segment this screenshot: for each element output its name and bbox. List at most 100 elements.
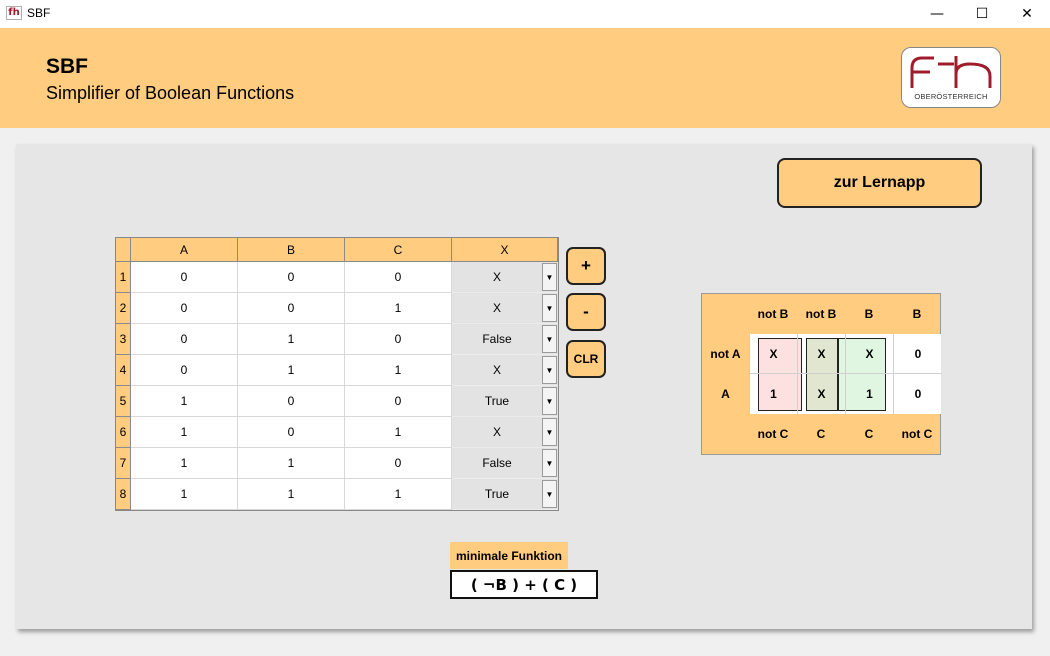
cell-b[interactable]: 0 bbox=[238, 293, 345, 324]
cell-b[interactable]: 0 bbox=[238, 262, 345, 293]
output-select[interactable]: X ▼ bbox=[452, 355, 558, 386]
cell-b[interactable]: 0 bbox=[238, 386, 345, 417]
kmap-cell: 0 bbox=[914, 387, 922, 401]
cell-c[interactable]: 1 bbox=[345, 417, 452, 448]
output-select-value: False bbox=[482, 456, 512, 470]
kmap-row-label: not A bbox=[710, 347, 741, 361]
minimal-function-result: ( ¬B ) + ( C ) bbox=[450, 570, 598, 599]
dropdown-arrow-icon[interactable]: ▼ bbox=[542, 418, 557, 446]
row-number: 8 bbox=[116, 479, 131, 510]
fh-logo-icon bbox=[910, 56, 992, 88]
window-title: SBF bbox=[27, 6, 51, 20]
row-number: 6 bbox=[116, 417, 131, 448]
app-subtitle: Simplifier of Boolean Functions bbox=[46, 83, 295, 103]
dropdown-arrow-icon[interactable]: ▼ bbox=[542, 294, 557, 322]
table-corner bbox=[116, 238, 131, 262]
cell-c[interactable]: 0 bbox=[345, 324, 452, 355]
kmap-bottom-label: not C bbox=[757, 427, 789, 441]
kmap-cell: 0 bbox=[894, 334, 942, 374]
kmap-cell: X bbox=[846, 334, 894, 374]
logo-text: OBERÖSTERREICH bbox=[914, 92, 988, 101]
output-select-value: True bbox=[484, 394, 510, 408]
kmap-top-label: B bbox=[864, 307, 874, 321]
kmap-row-label: A bbox=[721, 387, 730, 401]
cell-a[interactable]: 0 bbox=[131, 293, 238, 324]
app-name: SBF bbox=[46, 55, 88, 78]
cell-b[interactable]: 1 bbox=[238, 355, 345, 386]
kmap-top-label: B bbox=[912, 307, 922, 321]
column-header-a[interactable]: A bbox=[131, 238, 238, 262]
kmap-cell: 1 bbox=[846, 374, 894, 414]
output-select-value: X bbox=[492, 301, 501, 315]
dropdown-arrow-icon[interactable]: ▼ bbox=[542, 387, 557, 415]
cell-a[interactable]: 1 bbox=[131, 479, 238, 510]
kmap-bottom-label: not C bbox=[901, 427, 933, 441]
cell-a[interactable]: 0 bbox=[131, 324, 238, 355]
cell-b[interactable]: 0 bbox=[238, 417, 345, 448]
output-select-value: X bbox=[492, 270, 501, 284]
output-select[interactable]: True ▼ bbox=[452, 386, 558, 417]
fh-logo-icon: fh bbox=[6, 6, 22, 20]
kmap-cell: X bbox=[750, 334, 798, 374]
kmap-bottom-label: C bbox=[816, 427, 826, 441]
column-header-b[interactable]: B bbox=[238, 238, 345, 262]
row-number: 3 bbox=[116, 324, 131, 355]
kmap-cell: 1 bbox=[750, 374, 798, 414]
dropdown-arrow-icon[interactable]: ▼ bbox=[542, 263, 557, 291]
output-select[interactable]: X ▼ bbox=[452, 417, 558, 448]
maximize-button[interactable]: ☐ bbox=[959, 0, 1005, 28]
output-select-value: X bbox=[492, 363, 501, 377]
clear-button[interactable]: CLR bbox=[566, 340, 606, 378]
window-titlebar: fh SBF — ☐ ✕ bbox=[0, 0, 1050, 28]
cell-c[interactable]: 0 bbox=[345, 448, 452, 479]
cell-a[interactable]: 0 bbox=[131, 355, 238, 386]
cell-c[interactable]: 0 bbox=[345, 262, 452, 293]
output-select-value: True bbox=[484, 487, 510, 501]
cell-b[interactable]: 1 bbox=[238, 448, 345, 479]
remove-row-button[interactable]: - bbox=[566, 293, 606, 331]
column-header-x[interactable]: X bbox=[452, 238, 558, 262]
kmap-top-label: not B bbox=[805, 307, 837, 321]
output-select-value: X bbox=[492, 425, 501, 439]
output-select[interactable]: X ▼ bbox=[452, 262, 558, 293]
row-number: 2 bbox=[116, 293, 131, 324]
close-button[interactable]: ✕ bbox=[1004, 0, 1050, 28]
fh-logo: OBERÖSTERREICH bbox=[901, 47, 1001, 108]
kmap-grid: X X X 0 1 X 1 0 bbox=[749, 334, 942, 414]
minimize-button[interactable]: — bbox=[914, 0, 960, 28]
kmap-bottom-label: C bbox=[864, 427, 874, 441]
kmap-cell: X bbox=[798, 374, 846, 414]
cell-c[interactable]: 0 bbox=[345, 386, 452, 417]
kmap-top-label: not B bbox=[757, 307, 789, 321]
cell-b[interactable]: 1 bbox=[238, 324, 345, 355]
minimal-function-label: minimale Funktion bbox=[450, 542, 568, 569]
output-select[interactable]: True ▼ bbox=[452, 479, 558, 510]
output-select[interactable]: X ▼ bbox=[452, 293, 558, 324]
dropdown-arrow-icon[interactable]: ▼ bbox=[542, 449, 557, 477]
output-select[interactable]: False ▼ bbox=[452, 448, 558, 479]
row-number: 4 bbox=[116, 355, 131, 386]
cell-c[interactable]: 1 bbox=[345, 355, 452, 386]
add-row-button[interactable]: + bbox=[566, 247, 606, 285]
truth-table: A B C X 1 0 0 0 X ▼ 2 0 0 1 X ▼ 3 0 1 0 False ▼ 4 0 1 1 X ▼ 5 1 0 0… bbox=[115, 237, 559, 511]
output-select[interactable]: False ▼ bbox=[452, 324, 558, 355]
cell-a[interactable]: 1 bbox=[131, 386, 238, 417]
cell-b[interactable]: 1 bbox=[238, 479, 345, 510]
row-number: 7 bbox=[116, 448, 131, 479]
row-number: 1 bbox=[116, 262, 131, 293]
output-select-value: False bbox=[482, 332, 512, 346]
kmap-cell: X bbox=[798, 334, 846, 374]
row-number: 5 bbox=[116, 386, 131, 417]
dropdown-arrow-icon[interactable]: ▼ bbox=[542, 356, 557, 384]
cell-a[interactable]: 1 bbox=[131, 448, 238, 479]
learn-app-button[interactable]: zur Lernapp bbox=[777, 158, 982, 208]
karnaugh-map: not B not B B B not A A not C C C not C … bbox=[701, 293, 942, 455]
dropdown-arrow-icon[interactable]: ▼ bbox=[542, 325, 557, 353]
column-header-c[interactable]: C bbox=[345, 238, 452, 262]
cell-c[interactable]: 1 bbox=[345, 479, 452, 510]
cell-a[interactable]: 0 bbox=[131, 262, 238, 293]
cell-c[interactable]: 1 bbox=[345, 293, 452, 324]
app-header: SBF Simplifier of Boolean Functions OBER… bbox=[0, 28, 1050, 128]
cell-a[interactable]: 1 bbox=[131, 417, 238, 448]
dropdown-arrow-icon[interactable]: ▼ bbox=[542, 480, 557, 508]
